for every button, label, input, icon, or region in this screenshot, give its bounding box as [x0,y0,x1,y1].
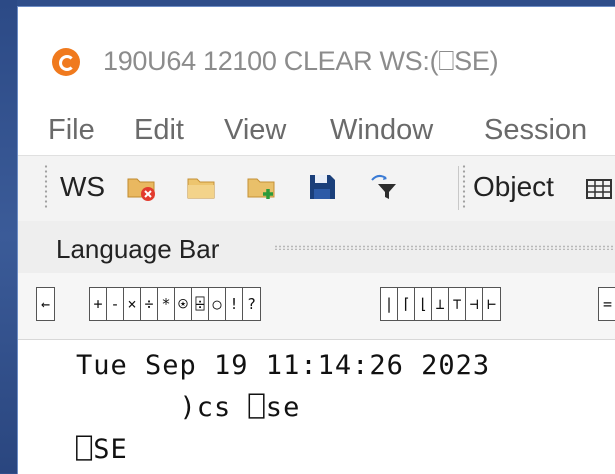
symbol-button[interactable]: ⊤ [449,288,466,320]
symbol-button[interactable]: = [599,288,615,320]
symbol-button[interactable]: ! [226,288,243,320]
session-line: Tue Sep 19 11:14:26 2023 [76,350,491,381]
copy-workspace-icon[interactable] [246,172,278,202]
close-workspace-icon[interactable] [126,172,158,202]
symbol-button[interactable]: ⊥ [432,288,449,320]
session-log[interactable]: Tue Sep 19 11:14:26 2023 )cs ⎕se ⎕SE [18,340,615,474]
symbol-button[interactable]: ⍟ [175,288,192,320]
symbol-button[interactable]: + [90,288,107,320]
symbol-button[interactable]: × [124,288,141,320]
symbol-button[interactable]: * [158,288,175,320]
symbol-button[interactable]: | [381,288,398,320]
menu-bar: File Edit View Window Session [18,108,615,152]
object-label: Object [473,171,554,202]
toolbar-grip-2[interactable] [462,164,466,210]
symbol-group-arithmetic: + - × ÷ * ⍟ ⌹ ○ ! ? [89,287,261,321]
symbol-button[interactable]: ⌊ [415,288,432,320]
window-title: 190U64 12100 CLEAR WS:(⎕SE) [103,46,499,76]
symbol-group-assign: ← [36,287,55,321]
toolbar: WS Object [18,155,615,222]
symbol-group-structural: | ⌈ ⌊ ⊥ ⊤ ⊣ ⊢ [380,287,501,321]
symbol-button[interactable]: ⊢ [483,288,500,320]
grid-icon[interactable] [586,178,615,208]
title-bar[interactable]: 190U64 12100 CLEAR WS:(⎕SE) [18,7,615,107]
menu-session[interactable]: Session [484,114,587,147]
symbol-group-comparison: = [598,287,615,321]
toolbar-grip[interactable] [44,164,48,210]
symbol-button[interactable]: - [107,288,124,320]
filter-icon[interactable] [368,172,400,202]
symbol-button[interactable]: ÷ [141,288,158,320]
language-bar-title: Language Bar [56,234,220,264]
open-folder-icon[interactable] [186,172,218,202]
ws-label: WS [60,171,106,202]
toolbar-separator [458,166,459,210]
desktop-background [0,0,17,473]
menu-window[interactable]: Window [330,114,433,147]
session-input-line[interactable]: )cs ⎕se [76,392,300,423]
save-icon[interactable] [306,172,338,202]
symbol-button[interactable]: ⊣ [466,288,483,320]
symbol-button[interactable]: ○ [209,288,226,320]
language-bar-symbols: ← + - × ÷ * ⍟ ⌹ ○ ! ? | ⌈ ⌊ ⊥ ⊤ ⊣ ⊢ = [18,273,615,340]
symbol-button[interactable]: ← [37,288,54,320]
dyalog-session-window: 190U64 12100 CLEAR WS:(⎕SE) File Edit Vi… [17,6,615,474]
language-bar-grip[interactable] [274,245,615,250]
session-line: ⎕SE [76,434,128,465]
menu-edit[interactable]: Edit [134,114,184,147]
menu-view[interactable]: View [224,114,286,147]
symbol-button[interactable]: ⌹ [192,288,209,320]
symbol-button[interactable]: ? [243,288,260,320]
language-bar-header: Language Bar [18,221,615,273]
dyalog-app-icon[interactable] [52,48,80,76]
symbol-button[interactable]: ⌈ [398,288,415,320]
menu-file[interactable]: File [48,114,95,147]
